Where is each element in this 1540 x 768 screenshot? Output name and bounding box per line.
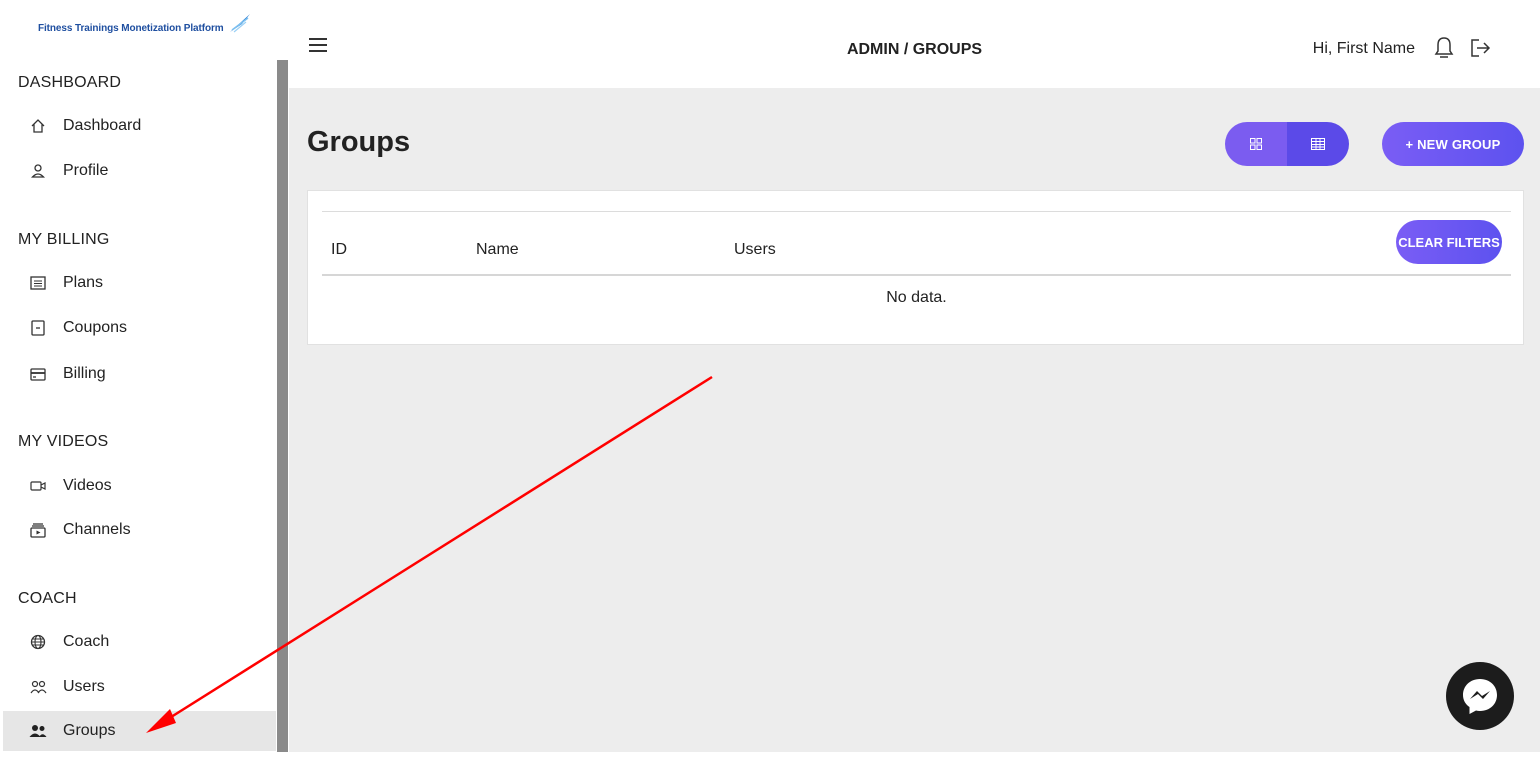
sidebar-scrollbar[interactable] <box>277 60 288 752</box>
divider <box>322 211 1511 212</box>
sidebar-item-label: Profile <box>63 162 109 179</box>
sidebar-item-plans[interactable]: Plans <box>3 263 276 303</box>
sidebar-item-coach[interactable]: Coach <box>3 622 276 662</box>
table-icon <box>1311 138 1325 150</box>
sidebar-item-label: Videos <box>63 477 112 494</box>
sidebar-item-label: Dashboard <box>63 117 142 134</box>
sidebar-item-profile[interactable]: Profile <box>3 151 276 191</box>
column-header-name[interactable]: Name <box>476 241 519 259</box>
sidebar-item-videos[interactable]: Videos <box>3 466 276 506</box>
grid-icon <box>1250 138 1262 150</box>
clear-filters-button[interactable]: CLEAR FILTERS <box>1396 220 1502 264</box>
groups-table-card: ID Name Users CLEAR FILTERS No data. <box>307 190 1524 345</box>
video-icon <box>29 477 47 495</box>
hamburger-line <box>309 50 327 52</box>
hamburger-line <box>309 38 327 40</box>
new-group-button[interactable]: + NEW GROUP <box>1382 122 1524 166</box>
user-icon <box>29 162 47 180</box>
main-content: Groups + NEW GROUP ID Name Users CLEAR F… <box>289 88 1540 752</box>
top-bar: ADMIN / GROUPS Hi, First Name <box>289 0 1540 88</box>
sidebar-item-label: Coupons <box>63 319 128 336</box>
sidebar-item-groups[interactable]: Groups <box>3 711 276 751</box>
sidebar-item-billing[interactable]: Billing <box>3 354 276 394</box>
logo-text: Fitness Trainings Monetization Platform <box>38 23 224 34</box>
globe-icon <box>29 633 47 651</box>
coupon-icon <box>29 319 47 337</box>
list-icon <box>29 274 47 292</box>
page-title: Groups <box>307 126 411 158</box>
user-greeting: Hi, First Name <box>1312 40 1415 57</box>
sidebar-item-coupons[interactable]: Coupons <box>3 308 276 348</box>
menu-toggle-button[interactable] <box>309 38 327 54</box>
sidebar-item-label: Groups <box>63 722 116 739</box>
messenger-icon <box>1463 679 1497 714</box>
app-logo[interactable]: Fitness Trainings Monetization Platform <box>38 12 252 34</box>
groups-icon <box>29 722 47 740</box>
channel-icon <box>29 521 47 539</box>
section-heading-billing: MY BILLING <box>18 231 110 248</box>
card-icon <box>29 365 47 383</box>
sidebar-item-label: Billing <box>63 365 106 382</box>
header-divider <box>322 274 1511 276</box>
section-heading-dashboard: DASHBOARD <box>18 74 122 91</box>
sidebar-item-users[interactable]: Users <box>3 667 276 707</box>
home-icon <box>29 117 47 135</box>
column-header-users[interactable]: Users <box>734 241 776 259</box>
grid-view-button[interactable] <box>1225 122 1287 166</box>
table-view-button[interactable] <box>1287 122 1349 166</box>
notification-bell-icon[interactable] <box>1434 36 1454 65</box>
logout-icon[interactable] <box>1470 38 1492 63</box>
messenger-chat-button[interactable] <box>1446 662 1514 730</box>
users-icon <box>29 678 47 696</box>
sidebar-item-dashboard[interactable]: Dashboard <box>3 106 276 146</box>
bottom-strip <box>289 752 1540 768</box>
column-header-id[interactable]: ID <box>331 241 347 259</box>
sidebar-item-label: Users <box>63 678 105 695</box>
sidebar-item-label: Plans <box>63 274 104 291</box>
sidebar-item-label: Channels <box>63 521 131 538</box>
empty-state-text: No data. <box>886 289 947 306</box>
sidebar-item-channels[interactable]: Channels <box>3 510 276 550</box>
section-heading-coach: COACH <box>18 590 77 607</box>
sidebar: Fitness Trainings Monetization Platform … <box>0 0 276 768</box>
view-toggle <box>1225 122 1349 166</box>
section-heading-videos: MY VIDEOS <box>18 433 109 450</box>
hamburger-line <box>309 44 327 46</box>
sidebar-item-label: Coach <box>63 633 110 650</box>
logo-mark-icon <box>229 14 250 33</box>
